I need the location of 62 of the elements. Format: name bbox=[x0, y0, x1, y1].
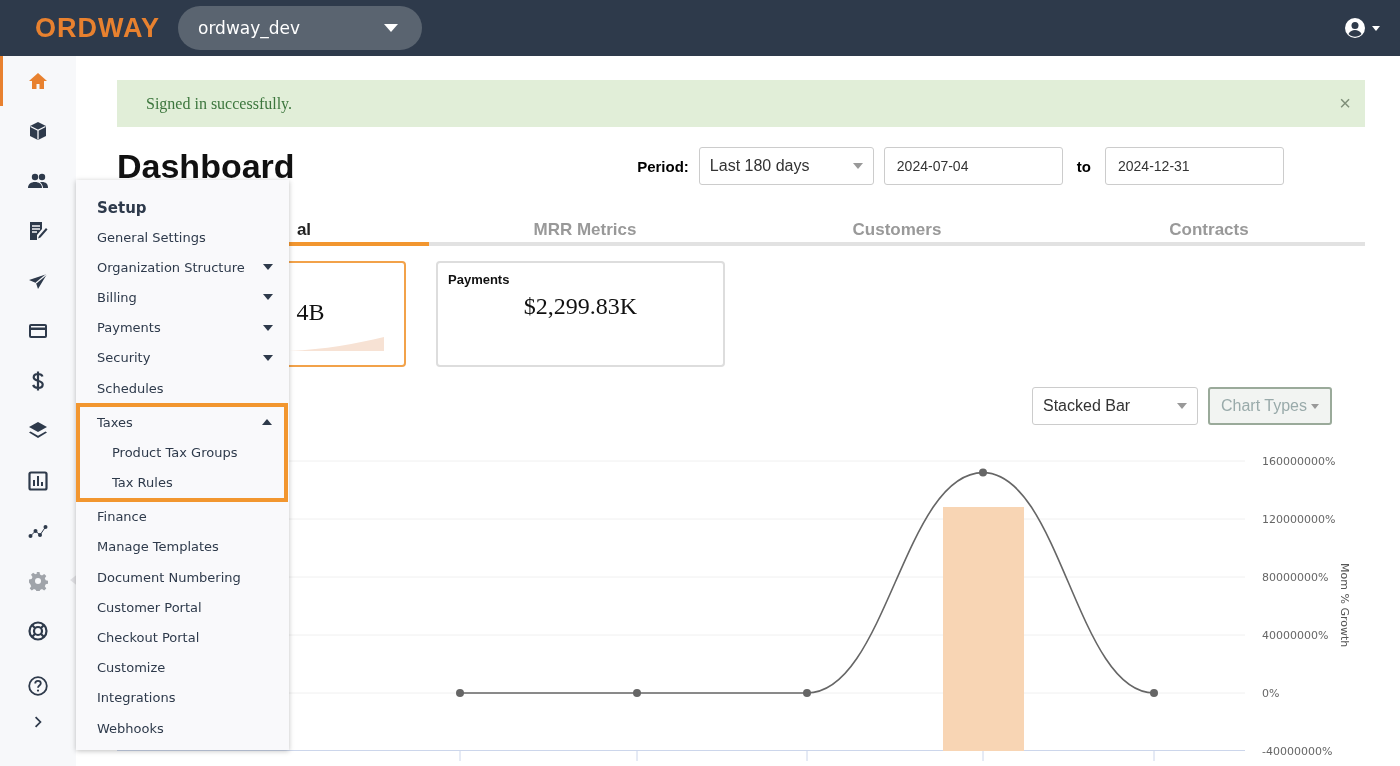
alert-message: Signed in successfully. bbox=[146, 94, 293, 113]
caret-icon[interactable] bbox=[263, 354, 273, 361]
axis-tick-label: 120000000% bbox=[1262, 513, 1336, 526]
metric-card[interactable]: Payments $2,299.83K bbox=[436, 261, 725, 367]
home-icon[interactable] bbox=[28, 71, 48, 91]
axis-tick-label: 0% bbox=[1262, 687, 1280, 700]
user-avatar-icon[interactable] bbox=[1344, 17, 1366, 39]
axis-tick-label: -40000000% bbox=[1262, 745, 1333, 758]
axis-tick-label: 160000000% bbox=[1262, 455, 1336, 468]
menu-title: Setup bbox=[96, 198, 148, 219]
menu-item[interactable]: Taxes bbox=[80, 407, 284, 438]
people-icon[interactable] bbox=[28, 171, 48, 191]
lifebuoy-icon[interactable] bbox=[28, 621, 48, 641]
menu-item[interactable]: Security bbox=[76, 342, 289, 373]
caret-icon[interactable] bbox=[263, 264, 273, 271]
caret-icon[interactable] bbox=[263, 324, 273, 331]
menu-item[interactable]: Tax Rules bbox=[80, 467, 284, 498]
axis-tick-label: 40000000% bbox=[1262, 629, 1329, 642]
menu-item[interactable]: Webhooks bbox=[76, 713, 289, 744]
chart-type-select[interactable]: Stacked Bar bbox=[1032, 387, 1198, 425]
layers-icon[interactable] bbox=[28, 421, 48, 441]
bar-chart-icon[interactable] bbox=[28, 471, 48, 491]
menu-item[interactable]: Billing bbox=[76, 282, 289, 313]
caret-icon[interactable] bbox=[263, 294, 273, 301]
data-point bbox=[1150, 689, 1158, 697]
logo: ORDWAY bbox=[35, 12, 162, 44]
cube-icon[interactable] bbox=[28, 121, 48, 141]
page-title: Dashboard bbox=[117, 146, 295, 186]
paper-plane-icon[interactable] bbox=[28, 271, 48, 291]
data-point bbox=[979, 468, 987, 477]
document-edit-icon[interactable] bbox=[28, 221, 48, 241]
period-label: Period: bbox=[637, 157, 689, 175]
menu-item[interactable]: Document Numbering bbox=[76, 562, 289, 593]
card-value: 4B bbox=[295, 299, 326, 326]
axis-title: Mom % Growth bbox=[1338, 563, 1351, 648]
caret-icon bbox=[1177, 403, 1187, 409]
caret-icon bbox=[852, 163, 863, 169]
help-icon[interactable] bbox=[28, 676, 48, 696]
menu-item[interactable]: Schedules bbox=[76, 372, 289, 404]
caret-icon[interactable] bbox=[262, 419, 272, 426]
data-point bbox=[803, 689, 811, 697]
menu-item[interactable]: Checkout Portal bbox=[76, 622, 289, 653]
end-date-field[interactable]: 2024-12-31 bbox=[1105, 147, 1284, 185]
menu-item[interactable]: Manage Templates bbox=[76, 531, 289, 563]
menu-item[interactable]: Finance bbox=[76, 501, 289, 532]
period-select[interactable]: Last 180 days bbox=[698, 147, 874, 185]
menu-item[interactable]: Payments bbox=[76, 312, 289, 343]
card-value: $2,299.83K bbox=[522, 293, 639, 320]
credit-card-icon[interactable] bbox=[28, 321, 48, 341]
menu-item[interactable]: General Settings bbox=[76, 222, 289, 253]
data-point bbox=[633, 689, 641, 697]
organization-select[interactable]: ordway_dev bbox=[178, 6, 422, 50]
menu-item[interactable]: Product Tax Groups bbox=[80, 437, 284, 468]
menu-item[interactable]: Customize bbox=[76, 652, 289, 683]
axis-tick-label: 80000000% bbox=[1262, 571, 1329, 584]
start-date-field[interactable]: 2024-07-04 bbox=[883, 147, 1063, 185]
to-label: to bbox=[1076, 157, 1091, 175]
menu-item[interactable]: Integrations bbox=[76, 682, 289, 713]
card-title: Payments bbox=[448, 272, 511, 287]
menu-item[interactable]: Customer Portal bbox=[76, 592, 289, 623]
menu-item[interactable]: Organization Structure bbox=[76, 252, 289, 283]
data-point bbox=[456, 689, 464, 697]
